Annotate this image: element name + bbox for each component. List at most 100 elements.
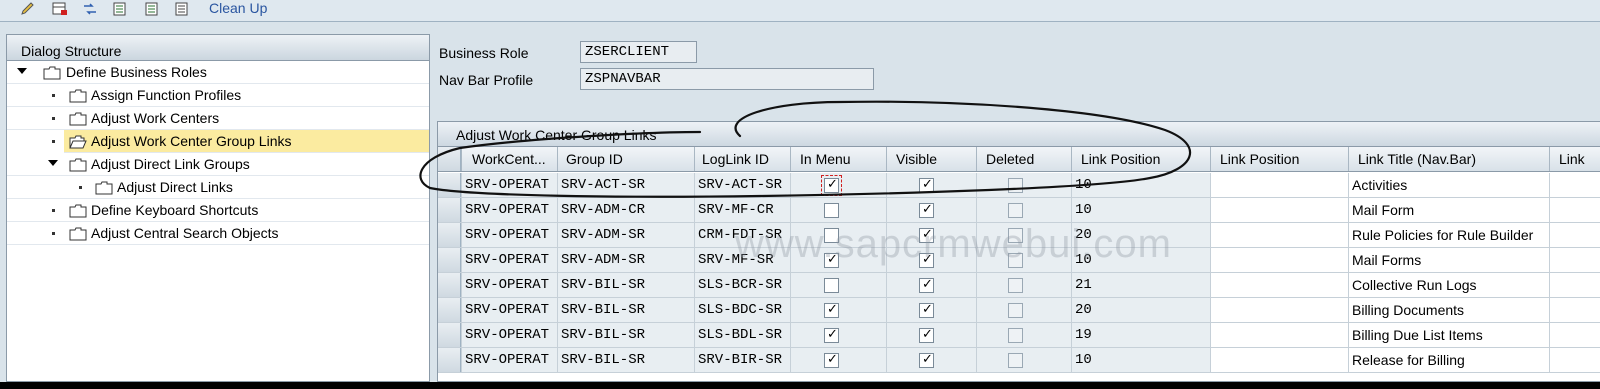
column-header-link[interactable]: Link: [1549, 147, 1600, 171]
deleted-checkbox[interactable]: [1008, 328, 1023, 343]
row-selector[interactable]: [438, 348, 461, 372]
table-add-icon[interactable]: [52, 2, 68, 16]
tree-item-adjust-direct-link-groups[interactable]: Adjust Direct Link Groups: [7, 153, 429, 176]
exchange-icon[interactable]: [82, 2, 98, 16]
column-header-link-position[interactable]: Link Position: [1071, 147, 1210, 171]
tree-item-adjust-central-search-objects[interactable]: Adjust Central Search Objects: [7, 222, 429, 245]
cell-link-position[interactable]: 10: [1071, 198, 1210, 222]
visible-checkbox[interactable]: ✓: [919, 252, 934, 268]
cell-link-position-2[interactable]: [1210, 348, 1348, 372]
column-header-visible[interactable]: Visible: [886, 147, 976, 171]
cell-link-position-2[interactable]: [1210, 248, 1348, 272]
cell-link-position-2[interactable]: [1210, 323, 1348, 347]
cell-link-title[interactable]: Rule Policies for Rule Builder: [1348, 223, 1549, 247]
expand-arrow-icon[interactable]: [17, 68, 27, 74]
cell-in-menu: ✓: [790, 248, 886, 272]
check-icon: ✓: [922, 252, 933, 267]
column-header-group-id[interactable]: Group ID: [557, 147, 694, 171]
row-selector[interactable]: [438, 223, 461, 247]
visible-checkbox[interactable]: ✓: [919, 277, 934, 293]
in-menu-checkbox[interactable]: ✓: [824, 327, 839, 343]
tree-item-define-business-roles[interactable]: Define Business Roles: [7, 61, 429, 84]
check-icon: ✓: [922, 202, 933, 217]
cell-link-position-2[interactable]: [1210, 198, 1348, 222]
in-menu-checkbox[interactable]: ✓: [824, 352, 839, 368]
deleted-checkbox[interactable]: [1008, 228, 1023, 243]
document-icon[interactable]: [112, 2, 128, 16]
cell-link-position[interactable]: 20: [1071, 298, 1210, 322]
tree-item-define-keyboard-shortcuts[interactable]: Define Keyboard Shortcuts: [7, 199, 429, 222]
row-selector[interactable]: [438, 323, 461, 347]
column-header-workcenter[interactable]: WorkCent...: [461, 147, 557, 171]
deleted-checkbox[interactable]: [1008, 203, 1023, 218]
cell-link-title[interactable]: Billing Due List Items: [1348, 323, 1549, 347]
document-icon[interactable]: [144, 2, 160, 16]
deleted-checkbox[interactable]: [1008, 178, 1023, 193]
cell-deleted: [976, 248, 1071, 272]
cell-link[interactable]: [1549, 198, 1600, 222]
deleted-checkbox[interactable]: [1008, 278, 1023, 293]
cell-link-title[interactable]: Mail Forms: [1348, 248, 1549, 272]
cell-link-title[interactable]: Mail Form: [1348, 198, 1549, 222]
row-selector[interactable]: [438, 248, 461, 272]
in-menu-checkbox[interactable]: [824, 228, 839, 243]
in-menu-checkbox[interactable]: ✓: [824, 302, 839, 318]
visible-checkbox[interactable]: ✓: [919, 327, 934, 343]
row-selector[interactable]: [438, 298, 461, 322]
in-menu-checkbox[interactable]: [824, 203, 839, 218]
cell-link-position-2[interactable]: [1210, 173, 1348, 197]
expand-arrow-icon[interactable]: [48, 160, 58, 166]
deleted-checkbox[interactable]: [1008, 353, 1023, 368]
cell-link-position[interactable]: 20: [1071, 223, 1210, 247]
cell-link-position[interactable]: 21: [1071, 273, 1210, 297]
cell-link-position-2[interactable]: [1210, 223, 1348, 247]
application-toolbar: Clean Up: [0, 0, 1600, 22]
row-selector[interactable]: [438, 173, 461, 197]
column-header-link-position-2[interactable]: Link Position: [1210, 147, 1348, 171]
cell-link-title[interactable]: Activities: [1348, 173, 1549, 197]
cell-link[interactable]: [1549, 273, 1600, 297]
column-header-in-menu[interactable]: In Menu: [790, 147, 886, 171]
row-selector[interactable]: [438, 198, 461, 222]
nav-bar-profile-field[interactable]: ZSPNAVBAR: [580, 68, 874, 90]
tree-item-adjust-direct-links[interactable]: Adjust Direct Links: [7, 176, 429, 199]
cell-link[interactable]: [1549, 298, 1600, 322]
cell-link-title[interactable]: Collective Run Logs: [1348, 273, 1549, 297]
visible-checkbox[interactable]: ✓: [919, 202, 934, 218]
clean-up-button[interactable]: Clean Up: [209, 0, 267, 16]
in-menu-checkbox[interactable]: ✓: [824, 252, 839, 268]
in-menu-checkbox[interactable]: [824, 278, 839, 293]
pencil-icon[interactable]: [20, 2, 36, 16]
deleted-checkbox[interactable]: [1008, 303, 1023, 318]
cell-link-position-2[interactable]: [1210, 298, 1348, 322]
tree-item-adjust-work-center-group-links[interactable]: Adjust Work Center Group Links: [64, 130, 429, 153]
visible-checkbox[interactable]: ✓: [919, 177, 934, 193]
cell-link-title[interactable]: Release for Billing: [1348, 348, 1549, 372]
cell-link-position[interactable]: 19: [1071, 323, 1210, 347]
cell-link-position[interactable]: 10: [1071, 348, 1210, 372]
deleted-checkbox[interactable]: [1008, 253, 1023, 268]
visible-checkbox[interactable]: ✓: [919, 302, 934, 318]
cell-link[interactable]: [1549, 348, 1600, 372]
cell-link[interactable]: [1549, 248, 1600, 272]
cell-link-position[interactable]: 10: [1071, 248, 1210, 272]
business-role-field[interactable]: ZSERCLIENT: [580, 41, 697, 63]
select-all-button[interactable]: [438, 147, 461, 171]
document-icon[interactable]: [174, 2, 190, 16]
cell-link-position[interactable]: 10: [1071, 173, 1210, 197]
cell-link[interactable]: [1549, 173, 1600, 197]
cell-link-position-2[interactable]: [1210, 273, 1348, 297]
in-menu-checkbox[interactable]: ✓: [821, 175, 842, 196]
visible-checkbox[interactable]: ✓: [919, 227, 934, 243]
column-header-loglink-id[interactable]: LogLink ID: [694, 147, 790, 171]
column-header-deleted[interactable]: Deleted: [976, 147, 1071, 171]
check-icon: ✓: [922, 177, 933, 192]
cell-link[interactable]: [1549, 323, 1600, 347]
row-selector[interactable]: [438, 273, 461, 297]
tree-item-adjust-work-centers[interactable]: Adjust Work Centers: [7, 107, 429, 130]
cell-link-title[interactable]: Billing Documents: [1348, 298, 1549, 322]
column-header-link-title[interactable]: Link Title (Nav.Bar): [1348, 147, 1549, 171]
visible-checkbox[interactable]: ✓: [919, 352, 934, 368]
cell-link[interactable]: [1549, 223, 1600, 247]
tree-item-assign-function-profiles[interactable]: Assign Function Profiles: [7, 84, 429, 107]
